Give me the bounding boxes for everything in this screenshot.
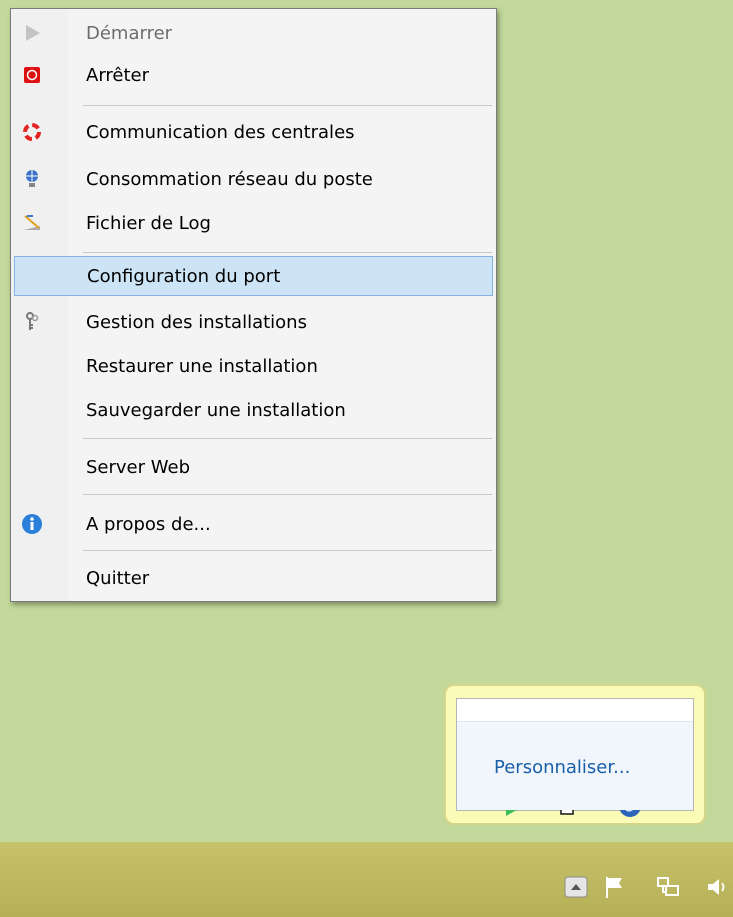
menu-item-label: Configuration du port <box>87 265 281 287</box>
menu-item-quitter[interactable]: Quitter <box>14 558 493 598</box>
menu-item-sauvegarder-installation[interactable]: Sauvegarder une installation <box>14 390 493 430</box>
customize-link[interactable]: Personnaliser... <box>494 757 630 778</box>
taskbar <box>0 842 733 917</box>
play-icon <box>21 22 43 44</box>
menu-item-configuration-port[interactable]: Configuration du port <box>14 256 493 296</box>
menu-item-label: A propos de... <box>86 513 211 535</box>
menu-item-a-propos[interactable]: A propos de... <box>14 504 493 544</box>
menu-item-fichier-log[interactable]: Fichier de Log <box>14 203 493 243</box>
menu-item-arreter[interactable]: Arrêter <box>14 55 493 95</box>
tray-footer: Personnaliser... <box>457 721 693 810</box>
menu-separator <box>83 494 492 495</box>
menu-item-consommation-reseau[interactable]: Consommation réseau du poste <box>14 159 493 199</box>
menu-item-label: Restaurer une installation <box>86 355 318 377</box>
menu-item-gestion-installations[interactable]: Gestion des installations <box>14 302 493 342</box>
menu-item-label: Quitter <box>86 567 150 589</box>
menu-separator <box>83 438 492 439</box>
info-icon <box>21 513 43 535</box>
menu-item-label: Démarrer <box>86 22 173 44</box>
stop-icon <box>21 64 43 86</box>
menu-item-server-web[interactable]: Server Web <box>14 447 493 487</box>
menu-item-label: Communication des centrales <box>86 121 355 143</box>
volume-icon[interactable] <box>705 874 731 900</box>
tray-icon-area: Personnaliser... <box>456 698 694 873</box>
menu-separator <box>83 105 492 106</box>
show-hidden-icons-arrow[interactable] <box>563 874 589 900</box>
menu-item-label: Arrêter <box>86 64 150 86</box>
lifebuoy-icon <box>21 121 43 143</box>
network-icon[interactable] <box>655 874 681 900</box>
tray-overflow-popup: Personnaliser... <box>444 684 706 873</box>
menu-item-communication-centrales[interactable]: Communication des centrales <box>14 112 493 152</box>
context-menu: Démarrer Arrêter Communication des centr… <box>10 8 497 602</box>
menu-separator <box>83 550 492 551</box>
action-center-flag-icon[interactable] <box>603 874 629 900</box>
menu-item-label: Fichier de Log <box>86 212 211 234</box>
menu-item-restaurer-installation[interactable]: Restaurer une installation <box>14 346 493 386</box>
network-globe-icon <box>21 168 43 190</box>
menu-item-label: Gestion des installations <box>86 311 307 333</box>
log-file-icon <box>21 212 43 234</box>
keys-icon <box>21 311 43 333</box>
menu-item-label: Sauvegarder une installation <box>86 399 346 421</box>
menu-item-demarrer[interactable]: Démarrer <box>14 13 493 53</box>
menu-separator <box>83 252 492 253</box>
menu-item-label: Server Web <box>86 456 190 478</box>
menu-item-label: Consommation réseau du poste <box>86 168 373 190</box>
